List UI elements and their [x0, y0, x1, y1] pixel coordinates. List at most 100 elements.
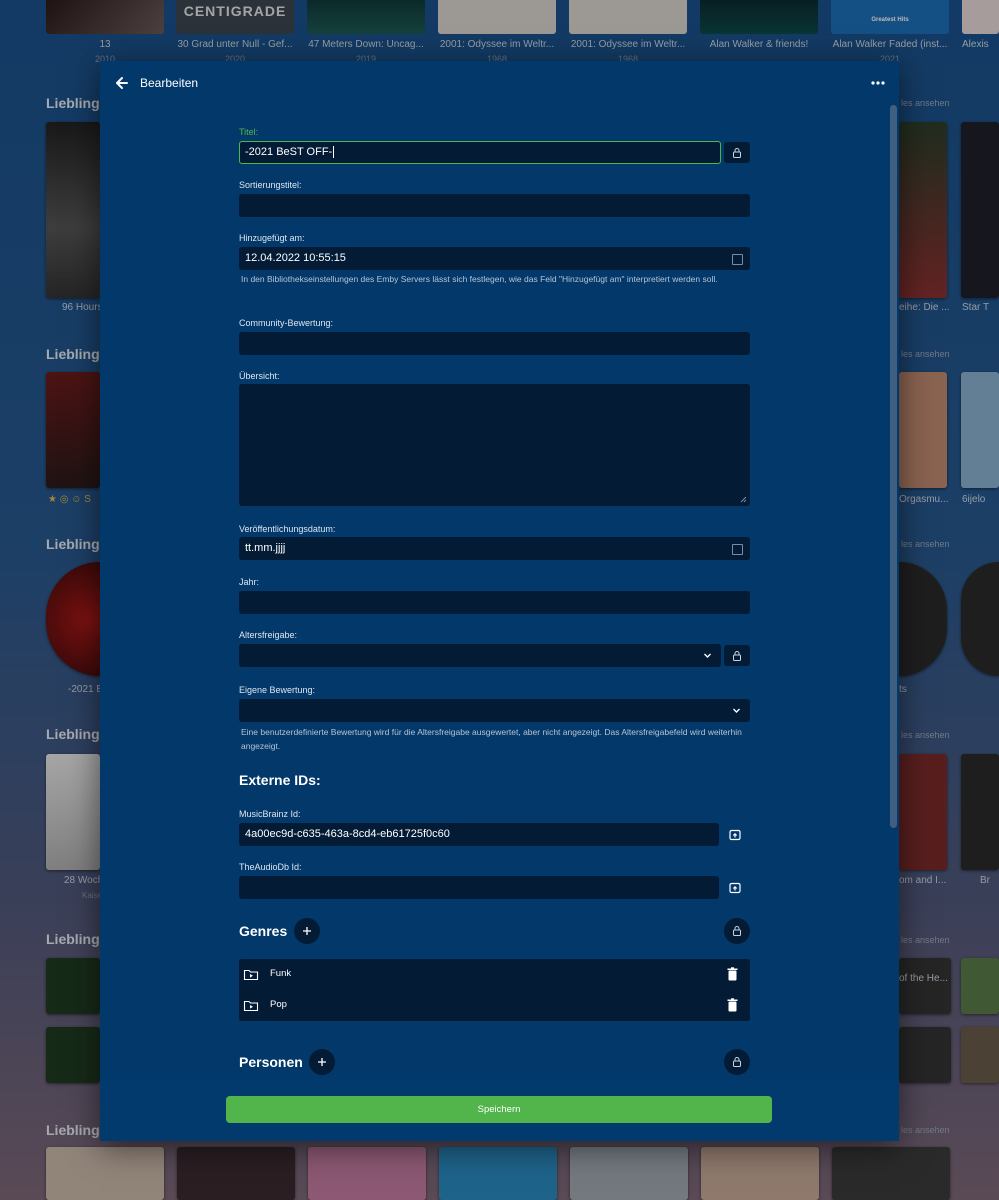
date-added-input[interactable]: 12.04.2022 10:55:15	[239, 247, 750, 270]
poster-centigrade: CENTIGRADE	[176, 0, 294, 34]
poster[interactable]	[899, 958, 951, 1014]
poster[interactable]	[570, 1147, 688, 1200]
poster[interactable]	[46, 562, 100, 676]
library-card[interactable]: 2001: Odyssee im Weltr... 1968	[438, 0, 556, 64]
poster-caption: eihe: Die ...	[899, 302, 950, 313]
poster[interactable]	[439, 1147, 557, 1200]
poster[interactable]	[46, 372, 100, 488]
poster[interactable]	[961, 958, 999, 1014]
poster[interactable]	[961, 122, 999, 298]
poster[interactable]	[46, 122, 100, 298]
edit-dialog: Bearbeiten Titel: -2021 BeST OFF- Sortie…	[100, 61, 899, 1141]
sort-title-input[interactable]	[239, 194, 750, 217]
poster[interactable]	[46, 1147, 164, 1200]
folder-play-icon	[243, 969, 259, 981]
add-genre-button[interactable]	[294, 918, 320, 944]
poster[interactable]	[899, 122, 947, 298]
genre-item[interactable]: Pop	[239, 990, 750, 1021]
poster[interactable]	[46, 958, 100, 1014]
poster[interactable]	[961, 754, 999, 870]
title-lock-button[interactable]	[724, 142, 750, 163]
library-card[interactable]: Alan Walker & friends!	[700, 0, 818, 54]
parental-rating-select[interactable]	[239, 644, 721, 667]
library-card[interactable]: Alexis	[962, 0, 999, 50]
poster[interactable]	[308, 1147, 426, 1200]
see-all-link[interactable]: les ansehen	[901, 730, 950, 740]
audiodb-open-button[interactable]	[722, 877, 748, 898]
genre-name: Funk	[270, 968, 292, 979]
delete-icon[interactable]	[727, 998, 738, 1012]
arrow-left-icon	[116, 77, 128, 89]
see-all-link[interactable]: les ansehen	[901, 539, 950, 549]
poster[interactable]	[899, 562, 947, 676]
musicbrainz-open-button[interactable]	[722, 824, 748, 845]
see-all-link[interactable]: les ansehen	[901, 349, 950, 359]
people-lock-button[interactable]	[724, 1049, 750, 1075]
back-button[interactable]	[112, 73, 132, 93]
release-date-input[interactable]: tt.mm.jjjj	[239, 537, 750, 560]
genres-lock-button[interactable]	[724, 918, 750, 944]
poster-caption: om and I...	[899, 875, 947, 886]
audiodb-label: TheAudioDb Id:	[239, 862, 302, 872]
poster-caption: ts	[899, 684, 907, 695]
delete-icon[interactable]	[727, 967, 738, 981]
poster[interactable]	[46, 754, 100, 870]
custom-rating-label: Eigene Bewertung:	[239, 685, 316, 695]
poster-caption: 6ijelo	[962, 494, 986, 505]
poster[interactable]	[961, 372, 999, 488]
library-card[interactable]: 2001: Odyssee im Weltr... 1968	[569, 0, 687, 64]
overview-textarea[interactable]	[239, 384, 750, 506]
community-rating-input[interactable]	[239, 332, 750, 355]
poster-caption: 28 Woch	[64, 875, 104, 886]
add-person-button[interactable]	[309, 1049, 335, 1075]
poster[interactable]	[899, 372, 947, 488]
poster-greatest-hits: Greatest Hits	[831, 0, 949, 34]
section-title: Lieblings	[46, 95, 108, 111]
date-added-hint: In den Bibliothekseinstellungen des Emby…	[241, 274, 718, 284]
poster[interactable]	[961, 1027, 999, 1083]
see-all-link[interactable]: les ansehen	[901, 98, 950, 108]
top-row: 13 2010 CENTIGRADE 30 Grad unter Null - …	[0, 0, 999, 64]
dialog-title: Bearbeiten	[140, 76, 199, 90]
library-card[interactable]: CENTIGRADE 30 Grad unter Null - Gef... 2…	[176, 0, 294, 64]
calendar-icon[interactable]	[732, 544, 743, 555]
sort-title-label: Sortierungstitel:	[239, 180, 302, 190]
poster[interactable]	[46, 1027, 100, 1083]
poster-icons: ★ ◎ ☺ S	[48, 494, 91, 505]
people-heading: Personen	[239, 1054, 303, 1070]
see-all-link[interactable]: les ansehen	[901, 935, 950, 945]
lock-icon	[733, 926, 741, 936]
poster[interactable]	[177, 1147, 295, 1200]
poster[interactable]	[832, 1147, 950, 1200]
library-card[interactable]: Greatest Hits Alan Walker Faded (inst...…	[831, 0, 949, 64]
custom-rating-select[interactable]	[239, 699, 750, 722]
library-card[interactable]: 47 Meters Down: Uncag... 2019	[307, 0, 425, 64]
resize-handle-icon[interactable]	[740, 496, 747, 503]
more-options-button[interactable]	[868, 75, 888, 91]
musicbrainz-input[interactable]: 4a00ec9d-c635-463a-8cd4-eb61725f0c60	[239, 823, 719, 846]
dialog-header: Bearbeiten	[100, 61, 899, 105]
open-in-new-icon	[729, 882, 741, 893]
year-input[interactable]	[239, 591, 750, 614]
plus-icon	[318, 1058, 326, 1066]
community-rating-label: Community-Bewertung:	[239, 318, 334, 328]
chevron-down-icon	[704, 653, 711, 658]
title-input[interactable]: -2021 BeST OFF-	[239, 141, 721, 164]
poster[interactable]	[899, 754, 947, 870]
parental-rating-lock-button[interactable]	[724, 645, 750, 666]
folder-play-icon	[243, 1000, 259, 1012]
section-title: Lieblings	[46, 1122, 108, 1138]
see-all-link[interactable]: les ansehen	[901, 1125, 950, 1135]
poster[interactable]	[961, 562, 999, 676]
poster[interactable]	[899, 1027, 951, 1083]
poster[interactable]	[701, 1147, 819, 1200]
library-card[interactable]: 13 2010	[46, 0, 164, 64]
calendar-icon[interactable]	[732, 254, 743, 265]
dialog-scrollbar[interactable]	[890, 105, 897, 828]
overview-label: Übersicht:	[239, 371, 280, 381]
audiodb-input[interactable]	[239, 876, 719, 899]
save-button[interactable]: Speichern	[226, 1096, 772, 1123]
poster-caption: of the He...	[899, 973, 948, 984]
poster-caption: -2021 B	[68, 684, 104, 695]
genre-item[interactable]: Funk	[239, 959, 750, 990]
